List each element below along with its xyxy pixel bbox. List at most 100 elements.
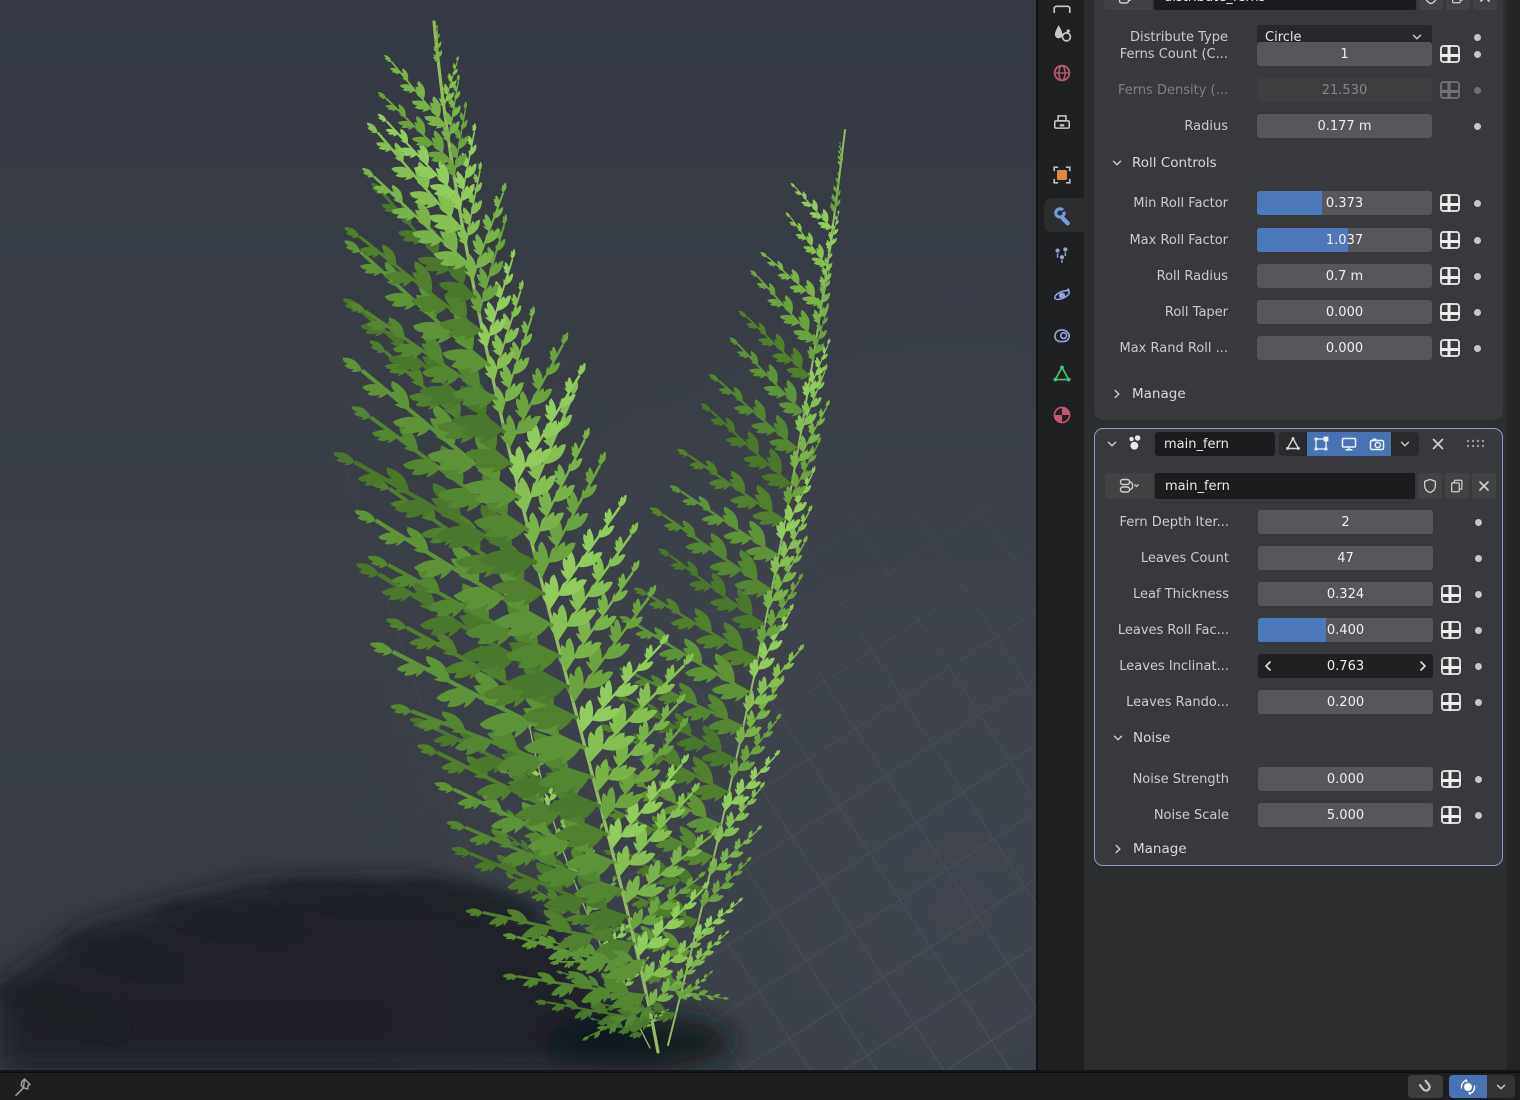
animate-decorator[interactable] bbox=[1474, 200, 1481, 207]
field-value: 0.000 bbox=[1326, 341, 1363, 356]
animate-decorator[interactable] bbox=[1475, 776, 1482, 783]
shield-icon bbox=[1423, 0, 1439, 6]
max-rand-roll-field[interactable]: 0.000 bbox=[1257, 336, 1432, 360]
edit-mode-toggle[interactable] bbox=[1279, 432, 1307, 456]
field-value: 0.7 m bbox=[1326, 269, 1363, 284]
increment-arrow-icon[interactable] bbox=[1418, 654, 1428, 678]
input-attribute-toggle[interactable] bbox=[1438, 690, 1463, 714]
animate-decorator[interactable] bbox=[1474, 273, 1481, 280]
subpanel-manage[interactable]: Manage bbox=[1103, 833, 1496, 865]
input-attribute-toggle[interactable] bbox=[1438, 654, 1463, 678]
copy-icon bbox=[1450, 0, 1466, 6]
snap-options-dropdown[interactable] bbox=[1487, 1075, 1515, 1098]
monitor-icon bbox=[1340, 435, 1358, 453]
animate-decorator[interactable] bbox=[1474, 309, 1481, 316]
input-attribute-toggle[interactable] bbox=[1438, 618, 1463, 642]
input-attribute-toggle[interactable] bbox=[1437, 336, 1462, 360]
copy-icon bbox=[1449, 477, 1465, 495]
unlink-button[interactable] bbox=[1472, 473, 1496, 499]
animate-decorator[interactable] bbox=[1474, 237, 1481, 244]
tab-world-properties[interactable] bbox=[1038, 56, 1084, 90]
min-roll-slider[interactable]: 0.373 bbox=[1257, 191, 1432, 215]
leaves-inclination-field[interactable]: 0.763 bbox=[1258, 654, 1433, 678]
max-roll-slider[interactable]: 1.037 bbox=[1257, 228, 1432, 252]
tab-object-properties[interactable] bbox=[1038, 158, 1084, 192]
animate-decorator[interactable] bbox=[1475, 699, 1482, 706]
input-attribute-toggle[interactable] bbox=[1437, 228, 1462, 252]
roll-taper-field[interactable]: 0.000 bbox=[1257, 300, 1432, 324]
scrollbar-track[interactable] bbox=[1507, 0, 1520, 1070]
animate-decorator[interactable] bbox=[1474, 51, 1481, 58]
leaf-thickness-field[interactable]: 0.324 bbox=[1258, 582, 1433, 606]
close-icon bbox=[1478, 0, 1492, 4]
animate-decorator[interactable] bbox=[1474, 123, 1481, 130]
roll-radius-field[interactable]: 0.7 m bbox=[1257, 264, 1432, 288]
tab-material-properties[interactable] bbox=[1038, 398, 1084, 432]
input-attribute-toggle[interactable] bbox=[1437, 264, 1462, 288]
animate-decorator[interactable] bbox=[1475, 591, 1482, 598]
noise-scale-field[interactable]: 5.000 bbox=[1258, 803, 1433, 827]
tab-object-data-properties[interactable] bbox=[1038, 357, 1084, 391]
tab-physics-properties[interactable] bbox=[1038, 278, 1084, 312]
leaves-random-field[interactable]: 0.200 bbox=[1258, 690, 1433, 714]
render-display-toggle[interactable] bbox=[1363, 432, 1391, 456]
input-attribute-toggle bbox=[1437, 78, 1462, 102]
viewport-canvas[interactable] bbox=[0, 0, 1036, 1070]
decrement-arrow-icon[interactable] bbox=[1263, 654, 1273, 678]
node-tree-selector[interactable] bbox=[1104, 0, 1152, 10]
node-group-name-field[interactable]: main_fern bbox=[1155, 473, 1415, 499]
fern-depth-field[interactable]: 2 bbox=[1258, 510, 1433, 534]
leaves-count-field[interactable]: 47 bbox=[1258, 546, 1433, 570]
subpanel-noise[interactable]: Noise bbox=[1103, 722, 1496, 754]
node-group-name-field[interactable]: distribute_ferns bbox=[1154, 0, 1416, 10]
animate-decorator[interactable] bbox=[1475, 555, 1482, 562]
animate-decorator[interactable] bbox=[1475, 519, 1482, 526]
leaves-roll-slider[interactable]: 0.400 bbox=[1258, 618, 1433, 642]
tab-scene-properties[interactable] bbox=[1038, 16, 1084, 50]
tab-modifier-properties[interactable] bbox=[1044, 198, 1084, 232]
tab-constraint-properties[interactable] bbox=[1038, 318, 1084, 352]
animate-decorator[interactable] bbox=[1475, 812, 1482, 819]
ferns-count-field[interactable]: 1 bbox=[1257, 42, 1432, 66]
row-roll-taper: Roll Taper 0.000 bbox=[1104, 298, 1497, 326]
constraint-icon bbox=[1052, 325, 1072, 345]
tab-particle-properties[interactable] bbox=[1038, 238, 1084, 272]
input-attribute-toggle[interactable] bbox=[1438, 803, 1463, 827]
field-label: Radius bbox=[1104, 119, 1242, 134]
unlink-button[interactable] bbox=[1473, 0, 1497, 10]
chevron-down-icon bbox=[1110, 156, 1124, 170]
copy-button[interactable] bbox=[1446, 0, 1470, 10]
input-attribute-toggle[interactable] bbox=[1438, 582, 1463, 606]
animate-decorator[interactable] bbox=[1475, 663, 1482, 670]
snap-magnet-button[interactable] bbox=[1408, 1075, 1443, 1098]
on-cage-toggle[interactable] bbox=[1307, 432, 1335, 456]
drag-handle-icon[interactable] bbox=[1465, 438, 1485, 450]
modifier-header: main_fern bbox=[1095, 429, 1502, 459]
radius-field[interactable]: 0.177 m bbox=[1257, 114, 1432, 138]
field-label: Noise Strength bbox=[1105, 772, 1243, 787]
node-tree-row: main_fern bbox=[1105, 473, 1496, 499]
input-attribute-toggle[interactable] bbox=[1437, 300, 1462, 324]
subpanel-manage[interactable]: Manage bbox=[1102, 378, 1497, 410]
node-tree-selector[interactable] bbox=[1105, 473, 1153, 499]
snap-target-button[interactable] bbox=[1449, 1075, 1487, 1098]
expand-chevron-icon[interactable] bbox=[1105, 437, 1119, 451]
realtime-display-toggle[interactable] bbox=[1335, 432, 1363, 456]
input-attribute-toggle[interactable] bbox=[1437, 42, 1462, 66]
3d-viewport[interactable] bbox=[0, 0, 1036, 1070]
row-min-roll-factor: Min Roll Factor 0.373 bbox=[1104, 189, 1497, 217]
input-attribute-toggle[interactable] bbox=[1438, 767, 1463, 791]
delete-modifier-button[interactable] bbox=[1431, 437, 1445, 451]
tab-output-properties[interactable] bbox=[1038, 105, 1084, 139]
animate-decorator[interactable] bbox=[1475, 627, 1482, 634]
fake-user-button[interactable] bbox=[1419, 0, 1443, 10]
copy-button[interactable] bbox=[1445, 473, 1469, 499]
animate-decorator[interactable] bbox=[1474, 345, 1481, 352]
noise-strength-field[interactable]: 0.000 bbox=[1258, 767, 1433, 791]
subpanel-roll-controls[interactable]: Roll Controls bbox=[1102, 147, 1497, 179]
modifier-extras-dropdown[interactable] bbox=[1391, 432, 1419, 456]
pin-icon[interactable] bbox=[12, 1076, 34, 1098]
fake-user-button[interactable] bbox=[1418, 473, 1442, 499]
input-attribute-toggle[interactable] bbox=[1437, 191, 1462, 215]
modifier-name-field[interactable]: main_fern bbox=[1155, 432, 1275, 456]
